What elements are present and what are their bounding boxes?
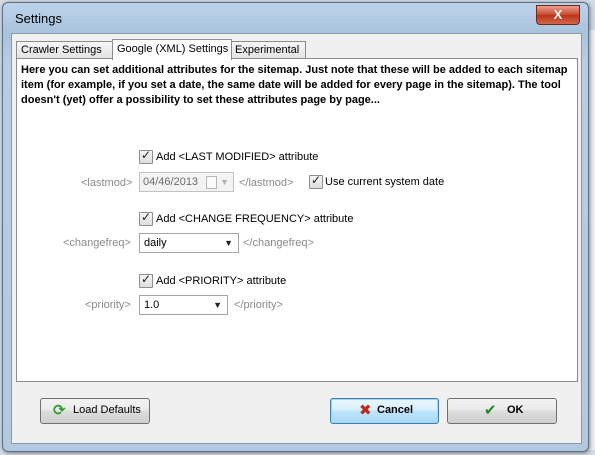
cancel-button[interactable]: ✖ Cancel bbox=[330, 398, 439, 424]
lastmod-open-tag: <lastmod> bbox=[81, 177, 133, 189]
close-button[interactable]: X bbox=[536, 5, 580, 25]
changefreq-open-tag: <changefreq> bbox=[63, 237, 131, 249]
chevron-down-icon[interactable]: ▼ bbox=[213, 296, 222, 314]
chevron-down-icon[interactable]: ▼ bbox=[224, 234, 233, 252]
priority-selected-value: 1.0 bbox=[144, 299, 160, 311]
red-x-icon: ✖ bbox=[359, 402, 372, 419]
settings-dialog: Settings X Crawler Settings Google (XML)… bbox=[2, 2, 589, 452]
load-defaults-button[interactable]: ⟳ Load Defaults bbox=[40, 398, 150, 424]
chevron-down-icon[interactable]: ▼ bbox=[220, 173, 229, 192]
changefreq-selected-value: daily bbox=[144, 237, 167, 249]
intro-text: Here you can set additional attributes f… bbox=[21, 64, 568, 106]
load-defaults-label: Load Defaults bbox=[73, 404, 141, 416]
tab-crawler-settings[interactable]: Crawler Settings bbox=[16, 41, 114, 59]
title-bar[interactable]: Settings X bbox=[3, 3, 588, 33]
use-system-date-checkbox[interactable]: ✓ bbox=[309, 173, 323, 189]
priority-select[interactable]: 1.0 ▼ bbox=[139, 295, 228, 315]
lastmod-checkbox-label: Add <LAST MODIFIED> attribute bbox=[156, 151, 319, 163]
tab-google-xml-settings[interactable]: Google (XML) Settings bbox=[112, 39, 232, 60]
close-icon: X bbox=[553, 7, 563, 22]
lastmod-date-value: 04/46/2013 bbox=[143, 176, 199, 188]
window-title: Settings bbox=[15, 11, 62, 26]
lastmod-date-picker[interactable]: 04/46/2013 ▼ bbox=[139, 172, 234, 192]
changefreq-select[interactable]: daily ▼ bbox=[139, 233, 239, 253]
priority-open-tag: <priority> bbox=[85, 299, 131, 311]
calendar-icon[interactable] bbox=[206, 176, 217, 189]
changefreq-close-tag: </changefreq> bbox=[243, 237, 314, 249]
checkmark-icon: ✓ bbox=[141, 210, 152, 224]
green-check-icon: ✔ bbox=[484, 402, 497, 419]
tab-experimental[interactable]: Experimental bbox=[230, 41, 306, 59]
priority-checkbox-label: Add <PRIORITY> attribute bbox=[156, 275, 287, 287]
ok-button[interactable]: ✔ OK bbox=[447, 398, 557, 424]
checkmark-icon: ✓ bbox=[141, 148, 152, 162]
priority-close-tag: </priority> bbox=[234, 299, 283, 311]
lastmod-checkbox[interactable]: ✓ bbox=[139, 148, 153, 164]
ok-label: OK bbox=[507, 404, 524, 416]
lastmod-close-tag: </lastmod> bbox=[239, 177, 294, 189]
changefreq-checkbox-label: Add <CHANGE FREQUENCY> attribute bbox=[156, 213, 354, 225]
refresh-icon: ⟳ bbox=[53, 402, 66, 419]
cancel-label: Cancel bbox=[377, 404, 414, 416]
dialog-client-area: Crawler Settings Google (XML) Settings E… bbox=[11, 33, 582, 444]
changefreq-checkbox[interactable]: ✓ bbox=[139, 210, 153, 226]
checkmark-icon: ✓ bbox=[141, 272, 152, 286]
checkmark-icon: ✓ bbox=[311, 173, 322, 187]
priority-checkbox[interactable]: ✓ bbox=[139, 272, 153, 288]
google-xml-settings-panel: Here you can set additional attributes f… bbox=[16, 58, 578, 382]
use-system-date-label: Use current system date bbox=[325, 176, 445, 188]
